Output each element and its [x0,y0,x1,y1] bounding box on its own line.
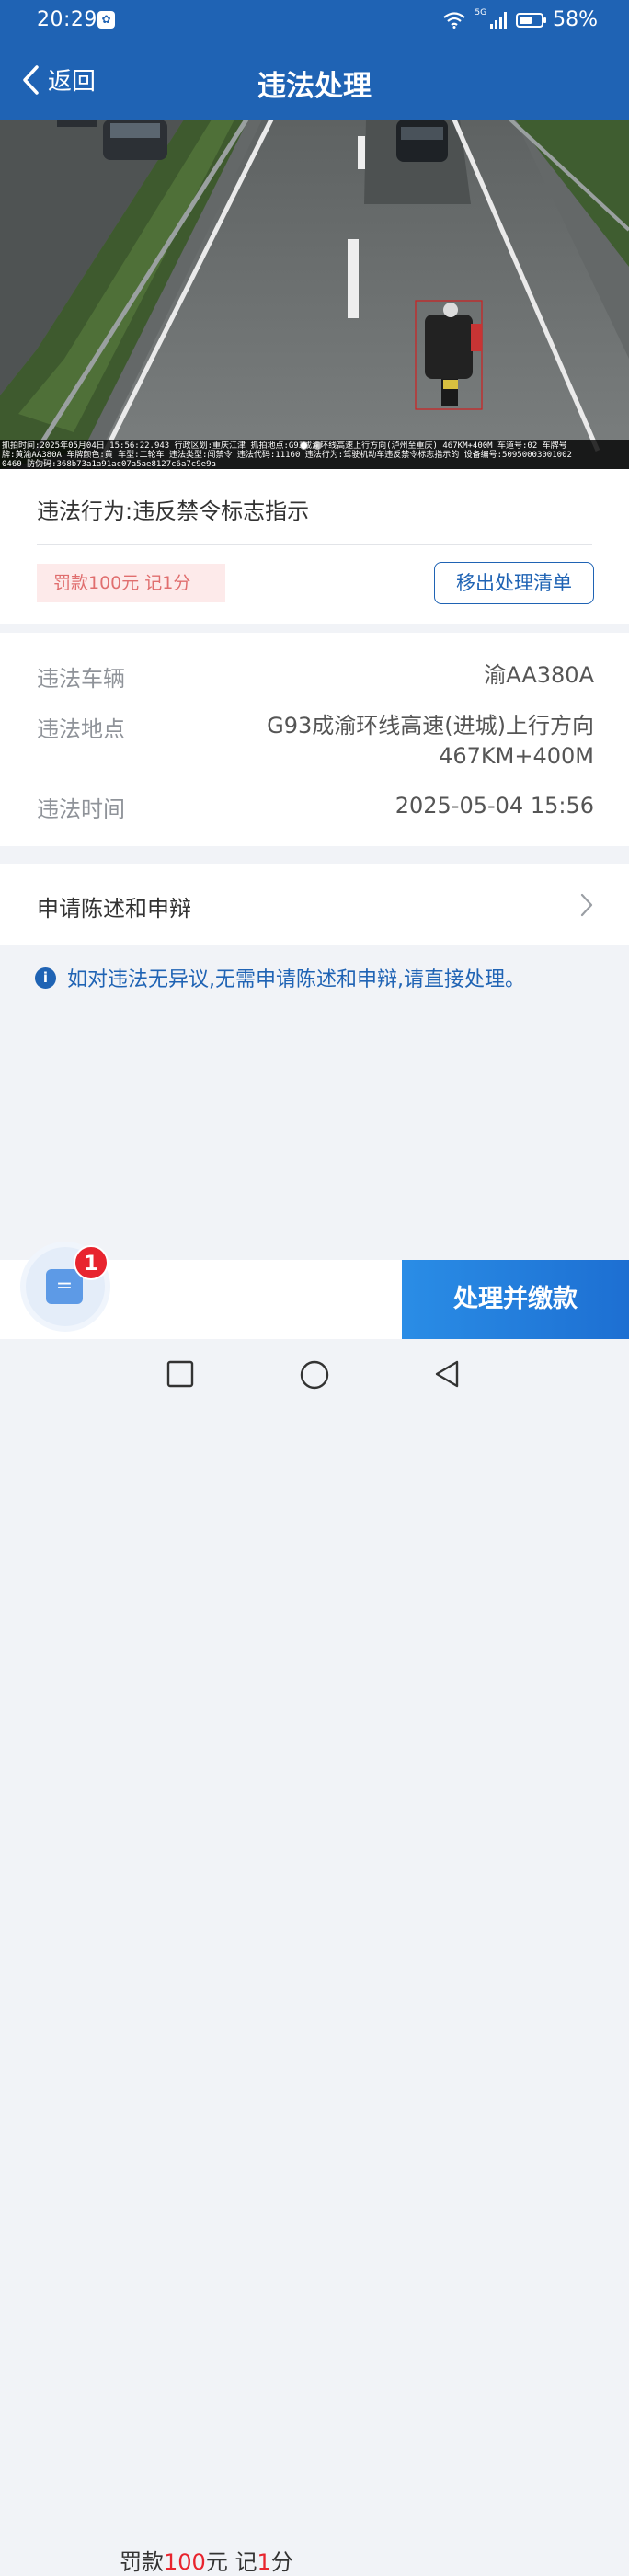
details-card: 违法车辆 渝AA380A 违法地点 G93成渝环线高速(进城)上行方向 467K… [0,633,629,846]
caption-line: 牌:黄渝AA380A 车牌颜色:黄 车型:二轮车 违法类型:闯禁令 违法代码:1… [2,451,572,460]
violation-card: 违法行为:违反禁令标志指示 罚款100元 记1分 移出处理清单 [0,469,629,624]
location-line: 467KM+400M [439,743,594,769]
vehicle-label: 违法车辆 [37,666,125,692]
network-type: 5G [475,7,487,17]
back-nav-icon[interactable] [432,1359,462,1389]
time-label: 违法时间 [37,796,125,822]
chevron-right-icon [580,893,593,917]
road-scene-image [0,120,629,469]
vehicle-value: 渝AA380A [484,662,594,688]
carousel-dot-active[interactable] [300,441,308,450]
home-icon[interactable] [299,1359,330,1391]
behavior-value: 违反禁令标志指示 [132,498,310,524]
carousel-dots [300,441,322,450]
status-bar: 20:29 ✿ 5G 58% [0,0,629,44]
location-line: G93成渝环线高速(进城)上行方向 [267,713,594,738]
battery-icon [516,12,547,28]
divider [37,544,592,545]
location-label: 违法地点 [37,716,125,742]
summary-unit: 元 记 [205,2549,257,2575]
notice-text: 如对违法无异议,无需申请陈述和申辩,请直接处理。 [67,968,525,991]
appeal-row[interactable]: 申请陈述和申辩 [0,864,629,945]
points-value: 1 [257,2549,271,2575]
nav-bar: 返回 违法处理 [0,44,629,120]
page-title: 违法处理 [257,70,372,103]
time-value: 2025-05-04 15:56 [395,793,594,819]
appeal-label: 申请陈述和申辩 [37,896,191,922]
remove-from-list-button[interactable]: 移出处理清单 [434,562,594,604]
points-unit: 分 [270,2549,293,2575]
status-time: 20:29 [37,8,97,31]
list-count-badge: 1 [74,1245,109,1280]
info-notice: i 如对违法无异议,无需申请陈述和申辩,请直接处理。 [35,963,525,992]
wifi-icon [443,11,466,29]
evidence-photo[interactable]: 抓拍时间:2025年05月04日 15:56:22.943 行政区划:重庆江津 … [0,120,629,469]
behavior-label: 违法行为: [37,498,133,524]
system-nav-bar [0,1339,629,1408]
location-value: G93成渝环线高速(进城)上行方向 467KM+400M [267,711,594,772]
fine-tag: 罚款100元 记1分 [37,564,225,602]
status-indicators: 5G 58% [443,8,598,31]
caption-line: 0460 防伪码:368b73a1a91ac07a5ae8127c6a7c9e9… [2,460,216,469]
info-icon: i [35,967,56,989]
process-and-pay-button[interactable]: 处理并缴款 [402,1260,629,1339]
summary-prefix: 罚款 [120,2549,164,2575]
recent-apps-icon[interactable] [166,1359,195,1389]
fine-amount: 100 [164,2549,206,2575]
signal-icon [490,11,508,29]
carousel-dot[interactable] [314,441,322,450]
violation-behavior: 违法行为:违反禁令标志指示 [37,493,309,525]
battery-percent: 58% [553,8,598,31]
app-notification-icon: ✿ [97,11,115,29]
fine-summary: 罚款100元 记1分 [120,2544,293,2576]
